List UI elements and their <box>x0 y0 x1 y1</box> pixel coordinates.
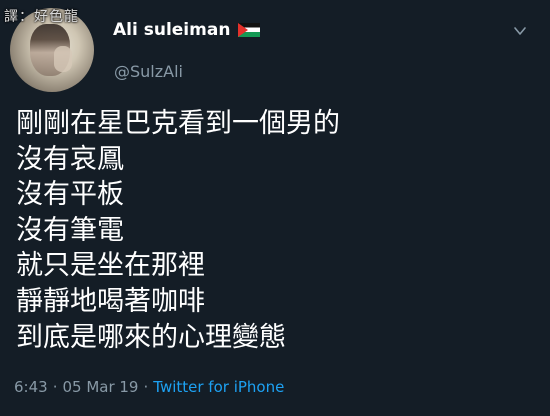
author-display-name-row[interactable]: Ali suleiman <box>113 20 261 40</box>
tweet-line: 沒有筆電 <box>16 214 124 246</box>
tweet-line: 剛剛在星巴克看到一個男的 <box>16 108 340 139</box>
chevron-down-icon[interactable] <box>513 24 527 38</box>
avatar-hand <box>54 46 72 72</box>
author-display-name[interactable]: Ali suleiman <box>113 20 230 40</box>
chevron-down-icon-svg <box>514 27 526 35</box>
tweet-date[interactable]: 05 Mar 19 <box>62 378 138 396</box>
tweet-source-link[interactable]: Twitter for iPhone <box>153 378 284 396</box>
author-handle[interactable]: @SulzAli <box>114 62 183 81</box>
tweet-time[interactable]: 6:43 <box>14 378 48 396</box>
meta-separator: · <box>143 378 149 396</box>
palestine-flag-icon <box>238 23 261 37</box>
tweet-text: 剛剛在星巴克看到一個男的 沒有哀鳳 沒有平板 沒有筆電 就只是坐在那裡 靜靜地喝… <box>16 106 536 355</box>
translator-watermark: 譯：好色龍 <box>4 9 79 25</box>
tweet-line: 沒有平板 <box>16 179 124 211</box>
tweet-line: 就只是坐在那裡 <box>16 250 205 282</box>
meta-separator: · <box>52 378 58 396</box>
tweet-metadata: 6:43 · 05 Mar 19 · Twitter for iPhone <box>14 378 284 396</box>
tweet-line: 靜靜地喝著咖啡 <box>16 285 205 317</box>
tweet-line: 沒有哀鳳 <box>16 143 124 175</box>
tweet-line: 到底是哪來的心理變態 <box>16 321 286 353</box>
